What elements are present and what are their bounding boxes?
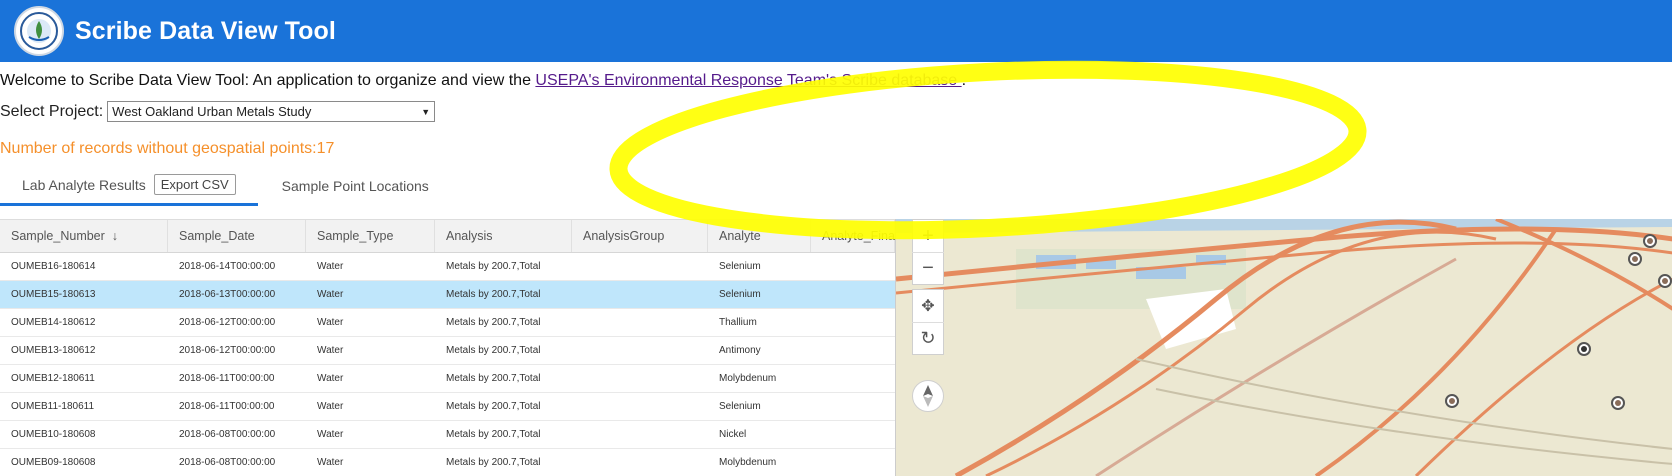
- column-header-sample-type[interactable]: Sample_Type: [306, 220, 435, 252]
- grid-header: Sample_Number ↓ Sample_Date Sample_Type …: [0, 220, 895, 253]
- table-row[interactable]: OUMEB11-180611 2018-06-11T00:00:00 Water Me…: [0, 393, 895, 421]
- tab-sample-point-locations[interactable]: Sample Point Locations: [260, 166, 451, 206]
- map-view[interactable]: + − ✥ ↻: [895, 219, 1672, 476]
- cell-sample-number: OUMEB10-180608: [11, 429, 96, 440]
- column-header-analysis[interactable]: Analysis: [435, 220, 572, 252]
- cell-analysis: Metals by 200.7,Total: [446, 401, 541, 412]
- cell-sample-type: Water: [317, 373, 344, 384]
- table-row[interactable]: OUMEB15-180613 2018-06-13T00:00:00 Water Me…: [0, 281, 895, 309]
- cell-analysis: Metals by 200.7,Total: [446, 457, 541, 468]
- cell-sample-type: Water: [317, 401, 344, 412]
- cell-sample-date: 2018-06-11T00:00:00: [179, 373, 275, 384]
- sort-arrow-icon: ↓: [111, 229, 118, 243]
- cell-sample-type: Water: [317, 261, 344, 272]
- tab-lab-analyte-results[interactable]: Lab Analyte Results Export CSV: [0, 166, 258, 206]
- cell-analysis: Metals by 200.7,Total: [446, 429, 541, 440]
- cell-sample-date: 2018-06-08T00:00:00: [179, 457, 276, 468]
- basemap: [896, 219, 1672, 476]
- cell-sample-number: OUMEB12-180611: [11, 373, 95, 384]
- table-row[interactable]: OUMEB16-180614 2018-06-14T00:00:00 Water Me…: [0, 253, 895, 281]
- cell-sample-type: Water: [317, 317, 344, 328]
- cell-analyte: Molybdenum: [719, 373, 777, 384]
- table-row[interactable]: OUMEB12-180611 2018-06-11T00:00:00 Water Me…: [0, 365, 895, 393]
- app-header: Scribe Data View Tool: [0, 0, 1672, 62]
- records-without-points-notice: Number of records without geospatial poi…: [0, 140, 335, 157]
- grid-body: OUMEB16-180614 2018-06-14T00:00:00 Water Me…: [0, 253, 895, 476]
- cell-sample-number: OUMEB13-180612: [11, 345, 96, 356]
- cell-analysis: Metals by 200.7,Total: [446, 373, 541, 384]
- cell-sample-date: 2018-06-14T00:00:00: [179, 261, 276, 272]
- tab-label: Sample Point Locations: [281, 178, 429, 194]
- rotate-icon[interactable]: ↻: [912, 322, 944, 354]
- project-select[interactable]: West Oakland Urban Metals Study ▼: [107, 101, 436, 122]
- tab-label: Lab Analyte Results: [22, 176, 146, 193]
- cell-analysis: Metals by 200.7,Total: [446, 261, 541, 272]
- zoom-out-icon[interactable]: −: [912, 252, 944, 284]
- dropdown-arrow-icon: ▼: [421, 106, 431, 117]
- cell-analyte: Antimony: [719, 345, 761, 356]
- epa-seal-logo: [14, 6, 64, 56]
- cell-analyte: Thallium: [719, 317, 757, 328]
- cell-sample-date: 2018-06-12T00:00:00: [179, 345, 276, 356]
- cell-sample-type: Water: [317, 457, 344, 468]
- export-csv-button[interactable]: Export CSV: [153, 174, 236, 195]
- cell-analyte: Molybdenum: [719, 457, 777, 468]
- cell-sample-date: 2018-06-13T00:00:00: [179, 289, 276, 300]
- column-header-sample-number[interactable]: Sample_Number ↓: [0, 220, 168, 252]
- cell-sample-number: OUMEB11-180611: [11, 401, 95, 412]
- compass-icon[interactable]: [912, 380, 944, 412]
- scribe-database-link[interactable]: USEPA's Environmental Response Team's Sc…: [535, 72, 961, 89]
- cell-analyte: Selenium: [719, 261, 761, 272]
- welcome-prefix: Welcome to Scribe Data View Tool: An app…: [0, 72, 536, 89]
- cell-sample-type: Water: [317, 345, 344, 356]
- cell-sample-date: 2018-06-08T00:00:00: [179, 429, 276, 440]
- table-row[interactable]: OUMEB14-180612 2018-06-12T00:00:00 Water Me…: [0, 309, 895, 337]
- project-select-row: Select Project: West Oakland Urban Metal…: [0, 101, 436, 122]
- cell-sample-number: OUMEB14-180612: [11, 317, 96, 328]
- zoom-controls: + −: [912, 219, 944, 285]
- tab-bar: Lab Analyte Results Export CSV Sample Po…: [0, 166, 900, 206]
- cell-analyte: Selenium: [719, 289, 761, 300]
- welcome-text: Welcome to Scribe Data View Tool: An app…: [0, 72, 966, 90]
- zoom-in-icon[interactable]: +: [912, 220, 944, 252]
- column-header-sample-date[interactable]: Sample_Date: [168, 220, 306, 252]
- cell-sample-type: Water: [317, 289, 344, 300]
- cell-sample-date: 2018-06-11T00:00:00: [179, 401, 275, 412]
- project-selected-value: West Oakland Urban Metals Study: [112, 104, 312, 119]
- cell-analyte: Nickel: [719, 429, 747, 440]
- cell-sample-number: OUMEB09-180608: [11, 457, 96, 468]
- pan-icon[interactable]: ✥: [912, 290, 944, 322]
- column-header-analyte-final[interactable]: Analyte_Final: [811, 220, 895, 252]
- column-label: Sample_Number: [11, 229, 105, 243]
- cell-analysis: Metals by 200.7,Total: [446, 345, 541, 356]
- app-title: Scribe Data View Tool: [75, 16, 336, 45]
- table-row[interactable]: OUMEB09-180608 2018-06-08T00:00:00 Water Me…: [0, 449, 895, 476]
- table-row[interactable]: OUMEB13-180612 2018-06-12T00:00:00 Water Me…: [0, 337, 895, 365]
- welcome-suffix: .: [961, 72, 967, 89]
- cell-analysis: Metals by 200.7,Total: [446, 317, 541, 328]
- cell-sample-number: OUMEB15-180613: [11, 289, 96, 300]
- cell-sample-number: OUMEB16-180614: [11, 261, 96, 272]
- cell-analysis: Metals by 200.7,Total: [446, 289, 541, 300]
- cell-sample-type: Water: [317, 429, 344, 440]
- table-row[interactable]: OUMEB10-180608 2018-06-08T00:00:00 Water Me…: [0, 421, 895, 449]
- project-label: Select Project:: [0, 102, 104, 120]
- results-grid: Sample_Number ↓ Sample_Date Sample_Type …: [0, 219, 895, 476]
- nav-controls: ✥ ↻: [912, 289, 944, 355]
- cell-analyte: Selenium: [719, 401, 761, 412]
- column-header-analysis-group[interactable]: AnalysisGroup: [572, 220, 708, 252]
- column-header-analyte[interactable]: Analyte: [708, 220, 811, 252]
- cell-sample-date: 2018-06-12T00:00:00: [179, 317, 276, 328]
